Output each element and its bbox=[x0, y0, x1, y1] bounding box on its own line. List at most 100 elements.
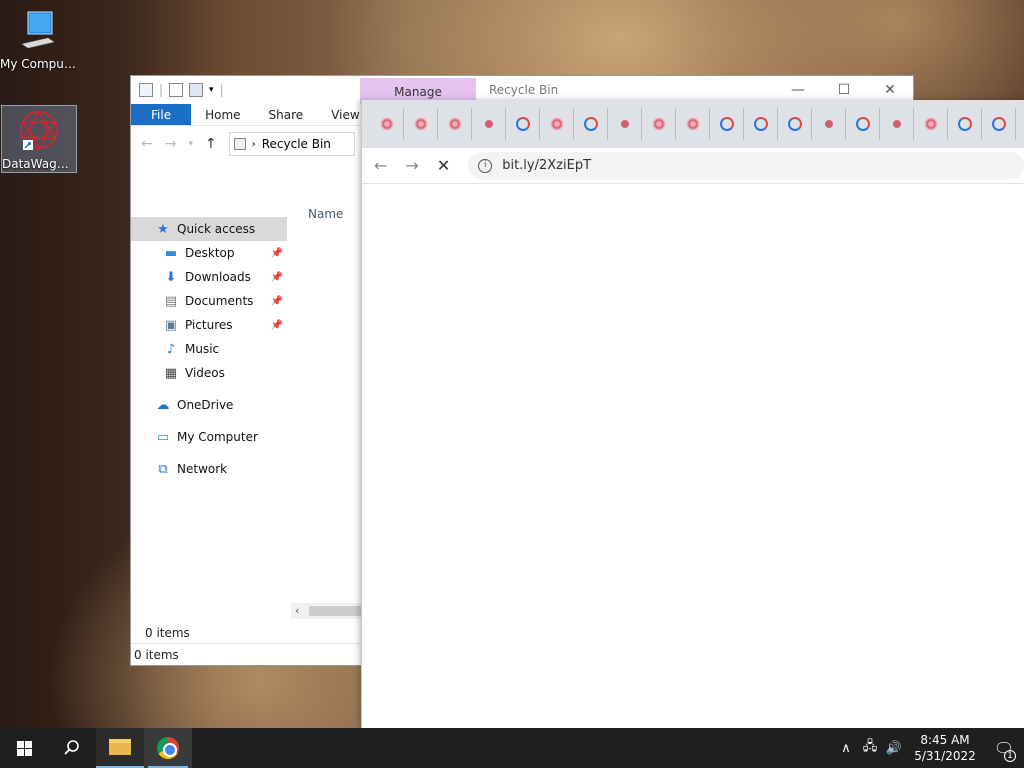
breadcrumb-chevron-icon: › bbox=[251, 138, 256, 150]
customize-toolbar-chevron-icon[interactable]: ▾ bbox=[209, 85, 214, 95]
column-header-name[interactable]: Name bbox=[308, 207, 343, 221]
desktop-icon-datawagon[interactable]: DataWagon... bbox=[1, 105, 77, 173]
browser-tab[interactable] bbox=[880, 108, 914, 140]
browser-tab[interactable] bbox=[472, 108, 506, 140]
nav-item-videos[interactable]: ▦ Videos bbox=[131, 361, 287, 385]
nav-item-documents[interactable]: ▤ Documents 📌 bbox=[131, 289, 287, 313]
browser-tab[interactable] bbox=[574, 108, 608, 140]
volume-icon[interactable]: 🔊 bbox=[882, 741, 906, 756]
browser-tab[interactable] bbox=[812, 108, 846, 140]
url-text: bit.ly/2XziEpT bbox=[502, 158, 592, 173]
tab-share[interactable]: Share bbox=[255, 104, 318, 125]
scroll-left-icon[interactable]: ‹ bbox=[295, 603, 299, 619]
pictures-icon: ▣ bbox=[164, 317, 178, 333]
nav-item-label: Music bbox=[185, 342, 220, 356]
nav-item-network[interactable]: ⧉ Network bbox=[131, 457, 287, 481]
search-button[interactable] bbox=[48, 728, 96, 768]
url-bar[interactable]: i bit.ly/2XziEpT bbox=[468, 151, 1024, 180]
browser-tab[interactable] bbox=[914, 108, 948, 140]
pin-icon: 📌 bbox=[270, 295, 283, 307]
chrome-icon bbox=[157, 737, 179, 759]
address-bar[interactable]: › Recycle Bin bbox=[228, 132, 355, 156]
windows-logo-icon bbox=[16, 740, 32, 756]
favicon-icon bbox=[651, 117, 666, 131]
loading-spinner-icon bbox=[855, 117, 870, 131]
nav-item-quick-access[interactable]: ★ Quick access bbox=[131, 217, 287, 241]
nav-item-music[interactable]: ♪ Music bbox=[131, 337, 287, 361]
browser-tab[interactable] bbox=[948, 108, 982, 140]
nav-item-my-computer[interactable]: ▭ My Computer bbox=[131, 425, 287, 449]
browser-tab[interactable] bbox=[642, 108, 676, 140]
clock[interactable]: 8:45 AM 5/31/2022 bbox=[906, 732, 984, 764]
nav-item-desktop[interactable]: ▬ Desktop 📌 bbox=[131, 241, 287, 265]
nav-item-label: Downloads bbox=[185, 270, 251, 284]
recycle-bin-icon bbox=[233, 138, 246, 150]
nav-item-downloads[interactable]: ⬇ Downloads 📌 bbox=[131, 265, 287, 289]
scrollbar-thumb[interactable] bbox=[309, 606, 363, 616]
new-folder-icon[interactable] bbox=[189, 83, 204, 97]
forward-arrow-icon[interactable]: → bbox=[405, 156, 418, 175]
browser-tab[interactable] bbox=[506, 108, 540, 140]
browser-tab[interactable] bbox=[438, 108, 472, 140]
tab-home[interactable]: Home bbox=[191, 104, 254, 125]
nav-item-pictures[interactable]: ▣ Pictures 📌 bbox=[131, 313, 287, 337]
back-arrow-icon[interactable]: ← bbox=[141, 136, 153, 152]
nav-item-label: Quick access bbox=[177, 222, 256, 236]
favicon-icon bbox=[620, 120, 629, 128]
system-tray: ∧ 🖧 🔊 8:45 AM 5/31/2022 🗨 1 bbox=[834, 728, 1024, 768]
taskbar-chrome[interactable] bbox=[144, 728, 192, 768]
recent-locations-chevron-icon[interactable]: ▾ bbox=[188, 139, 193, 149]
loading-spinner-icon bbox=[957, 117, 972, 131]
favicon-icon bbox=[413, 117, 428, 131]
browser-tab[interactable] bbox=[540, 108, 574, 140]
star-icon: ★ bbox=[157, 221, 169, 237]
show-hidden-icons-chevron-icon[interactable]: ∧ bbox=[834, 741, 858, 756]
favicon-icon bbox=[484, 120, 493, 128]
item-count-text: 0 items bbox=[145, 626, 190, 640]
loading-spinner-icon bbox=[583, 117, 598, 131]
properties-icon[interactable] bbox=[169, 83, 184, 97]
notification-count-badge: 1 bbox=[1004, 749, 1016, 762]
action-center-button[interactable]: 🗨 1 bbox=[984, 739, 1024, 762]
nav-item-label: Documents bbox=[185, 294, 254, 308]
browser-tab[interactable] bbox=[370, 108, 404, 140]
forward-arrow-icon[interactable]: → bbox=[165, 136, 177, 152]
nav-item-label: Desktop bbox=[185, 246, 235, 260]
browser-tab[interactable] bbox=[608, 108, 642, 140]
nav-item-label: OneDrive bbox=[177, 398, 234, 412]
music-icon: ♪ bbox=[166, 341, 176, 357]
browser-tab[interactable] bbox=[710, 108, 744, 140]
download-icon: ⬇ bbox=[165, 269, 177, 285]
up-arrow-icon[interactable]: ↑ bbox=[205, 136, 217, 152]
desktop-icon-my-computer[interactable]: My Computer bbox=[0, 8, 76, 71]
horizontal-scrollbar[interactable]: ‹ bbox=[291, 603, 363, 619]
browser-tab-strip bbox=[362, 100, 1024, 148]
separator: | bbox=[219, 83, 224, 97]
info-icon[interactable]: i bbox=[478, 158, 493, 173]
folder-icon bbox=[109, 739, 131, 755]
datawagon-logo-icon bbox=[20, 110, 58, 150]
browser-tab[interactable] bbox=[846, 108, 880, 140]
browser-tab[interactable] bbox=[676, 108, 710, 140]
quick-access-toolbar: | ▾ | bbox=[131, 83, 361, 97]
tab-file[interactable]: File bbox=[131, 104, 192, 125]
browser-tab[interactable] bbox=[404, 108, 438, 140]
clock-time: 8:45 AM bbox=[920, 733, 970, 747]
page-content bbox=[362, 184, 1024, 724]
stop-loading-icon[interactable]: ✕ bbox=[437, 156, 450, 175]
browser-tab[interactable] bbox=[982, 108, 1016, 140]
cloud-icon: ☁ bbox=[156, 397, 170, 413]
browser-tab[interactable] bbox=[778, 108, 812, 140]
taskbar: ∧ 🖧 🔊 8:45 AM 5/31/2022 🗨 1 bbox=[0, 728, 1024, 768]
taskbar-file-explorer[interactable] bbox=[96, 728, 144, 768]
favicon-icon bbox=[685, 117, 700, 131]
nav-item-label: Pictures bbox=[185, 318, 233, 332]
search-icon bbox=[64, 740, 79, 755]
back-arrow-icon[interactable]: ← bbox=[374, 156, 387, 175]
favicon-icon bbox=[824, 120, 833, 128]
loading-spinner-icon bbox=[719, 117, 734, 131]
nav-item-onedrive[interactable]: ☁ OneDrive bbox=[131, 393, 287, 417]
browser-tab[interactable] bbox=[744, 108, 778, 140]
network-icon[interactable]: 🖧 bbox=[858, 737, 882, 759]
start-button[interactable] bbox=[0, 728, 48, 768]
